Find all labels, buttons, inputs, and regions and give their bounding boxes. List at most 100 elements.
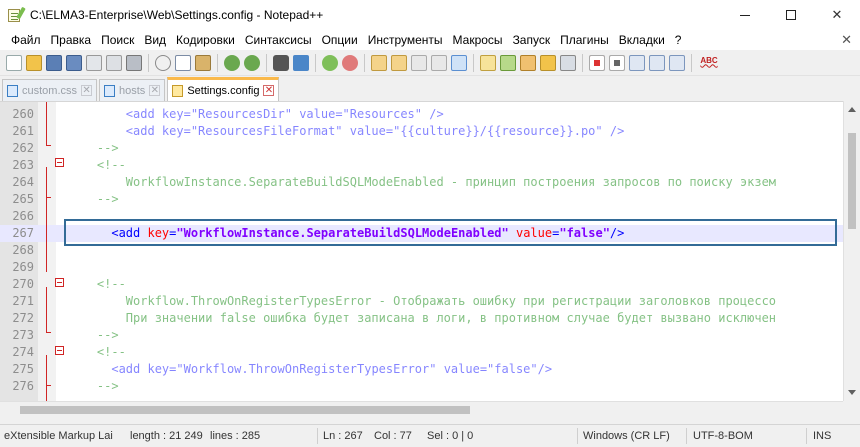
menu-view[interactable]: Вид — [139, 33, 171, 47]
code-line[interactable]: 271 Workflow.ThrowOnRegisterTypesError -… — [0, 293, 843, 310]
redo-icon[interactable] — [244, 54, 260, 71]
fold-collapse-icon[interactable] — [55, 278, 64, 287]
sync-horizontal-icon[interactable] — [391, 54, 407, 71]
menu-language[interactable]: Синтаксисы — [240, 33, 317, 47]
spell-check-icon[interactable]: ABC — [698, 55, 720, 71]
close-icon[interactable] — [86, 54, 102, 71]
tab-close-icon[interactable]: ✕ — [149, 85, 161, 96]
run-macro-multiple-icon[interactable] — [649, 54, 665, 71]
status-ln: Ln : 267 — [323, 430, 363, 442]
status-separator — [686, 428, 687, 444]
menu-window[interactable]: Вкладки — [614, 33, 670, 47]
replace-icon[interactable] — [293, 54, 309, 71]
find-icon[interactable] — [273, 54, 289, 71]
tab-custom-css[interactable]: custom.css ✕ — [2, 79, 98, 101]
horizontal-scrollbar[interactable] — [0, 401, 843, 418]
code-line[interactable]: 260 <add key="ResourcesDir" value="Resou… — [0, 106, 843, 123]
sync-vertical-icon[interactable] — [371, 54, 387, 71]
stop-macro-icon[interactable] — [609, 54, 625, 71]
code-line[interactable]: 272 При значении false ошибка будет запи… — [0, 310, 843, 327]
menu-bar: Файл Правка Поиск Вид Кодировки Синтакси… — [0, 30, 860, 50]
status-eol: Windows (CR LF) — [583, 430, 670, 442]
tab-hosts[interactable]: hosts ✕ — [99, 79, 166, 101]
code-text: <!-- — [68, 344, 126, 361]
fold-line — [46, 102, 47, 145]
zoom-out-icon[interactable] — [342, 54, 358, 71]
paste-icon[interactable] — [195, 54, 211, 71]
line-number: 263 — [12, 158, 34, 172]
monitor-icon[interactable] — [560, 54, 576, 71]
undo-icon[interactable] — [224, 54, 240, 71]
scroll-down-icon[interactable] — [848, 390, 856, 395]
save-macro-icon[interactable] — [669, 54, 685, 71]
code-token: <!-- — [96, 277, 126, 291]
function-list-icon[interactable] — [520, 54, 536, 71]
fold-line — [46, 385, 47, 401]
scroll-up-icon[interactable] — [848, 107, 856, 112]
print-icon[interactable] — [126, 54, 142, 71]
play-macro-icon[interactable] — [629, 54, 645, 71]
code-line[interactable]: 276 --> — [0, 378, 843, 395]
menu-settings[interactable]: Опции — [317, 33, 363, 47]
scroll-thumb[interactable] — [848, 133, 856, 229]
editor-area[interactable]: 260 <add key="ResourcesDir" value="Resou… — [0, 101, 860, 401]
close-window-button[interactable]: ✕ — [814, 0, 860, 30]
menu-edit[interactable]: Правка — [46, 33, 97, 47]
doc-map-icon[interactable] — [500, 54, 516, 71]
open-file-icon[interactable] — [26, 54, 42, 71]
fold-collapse-icon[interactable] — [55, 158, 64, 167]
record-macro-icon[interactable] — [589, 54, 605, 71]
show-all-chars-icon[interactable] — [431, 54, 447, 71]
code-line[interactable]: 269 — [0, 259, 843, 276]
menu-tools[interactable]: Инструменты — [363, 33, 448, 47]
new-file-icon[interactable] — [6, 54, 22, 71]
code-line[interactable]: 275 <add key="Workflow.ThrowOnRegisterTy… — [0, 361, 843, 378]
tab-close-icon[interactable]: ✕ — [81, 85, 93, 96]
zoom-in-icon[interactable] — [322, 54, 338, 71]
code-line[interactable]: 262 --> — [0, 140, 843, 157]
folder-workspace-icon[interactable] — [540, 54, 556, 71]
minimize-button[interactable] — [722, 0, 768, 30]
code-token: --> — [96, 328, 119, 342]
menu-run[interactable]: Запуск — [508, 33, 556, 47]
toolbar-separator — [266, 53, 267, 72]
menu-encoding[interactable]: Кодировки — [171, 33, 240, 47]
code-line[interactable]: 274 <!-- — [0, 344, 843, 361]
code-line[interactable]: 264 WorkflowInstance.SeparateBuildSQLMod… — [0, 174, 843, 191]
code-line[interactable]: 265 --> — [0, 191, 843, 208]
line-number: 261 — [12, 124, 34, 138]
close-all-icon[interactable] — [106, 54, 122, 71]
fold-line — [46, 287, 47, 332]
status-col: Col : 77 — [374, 430, 412, 442]
word-wrap-icon[interactable] — [411, 54, 427, 71]
fold-collapse-icon[interactable] — [55, 346, 64, 355]
indent-guide-icon[interactable] — [451, 54, 467, 71]
menu-macro[interactable]: Макросы — [448, 33, 508, 47]
code-token: key="ResourcesDir" value="Resources" /> — [161, 107, 444, 121]
save-all-icon[interactable] — [66, 54, 82, 71]
menu-search[interactable]: Поиск — [96, 33, 139, 47]
code-line[interactable]: 261 <add key="ResourcesFileFormat" value… — [0, 123, 843, 140]
tab-close-icon[interactable]: ✕ — [263, 85, 275, 96]
scroll-thumb[interactable] — [20, 406, 470, 414]
menu-plugins[interactable]: Плагины — [555, 33, 614, 47]
tab-settings-config[interactable]: Settings.config ✕ — [167, 77, 280, 101]
code-line[interactable]: 263 <!-- — [0, 157, 843, 174]
menu-help[interactable]: ? — [670, 33, 687, 47]
window-title: C:\ELMA3-Enterprise\Web\Settings.config … — [30, 8, 324, 22]
fold-end-tick — [46, 332, 51, 333]
maximize-button[interactable] — [768, 0, 814, 30]
code-line[interactable]: 273 --> — [0, 327, 843, 344]
menu-file[interactable]: Файл — [6, 33, 46, 47]
tab-bar: custom.css ✕ hosts ✕ Settings.config ✕ — [0, 77, 860, 101]
code-token: Workflow.ThrowOnRegisterTypesError - Ото… — [125, 294, 777, 308]
user-lang-icon[interactable] — [480, 54, 496, 71]
line-number: 271 — [12, 294, 34, 308]
vertical-scrollbar[interactable] — [843, 101, 860, 401]
code-line[interactable]: 270 <!-- — [0, 276, 843, 293]
copy-icon[interactable] — [175, 54, 191, 71]
cut-icon[interactable] — [155, 54, 171, 71]
save-icon[interactable] — [46, 54, 62, 71]
close-document-icon[interactable]: ✕ — [841, 32, 852, 48]
